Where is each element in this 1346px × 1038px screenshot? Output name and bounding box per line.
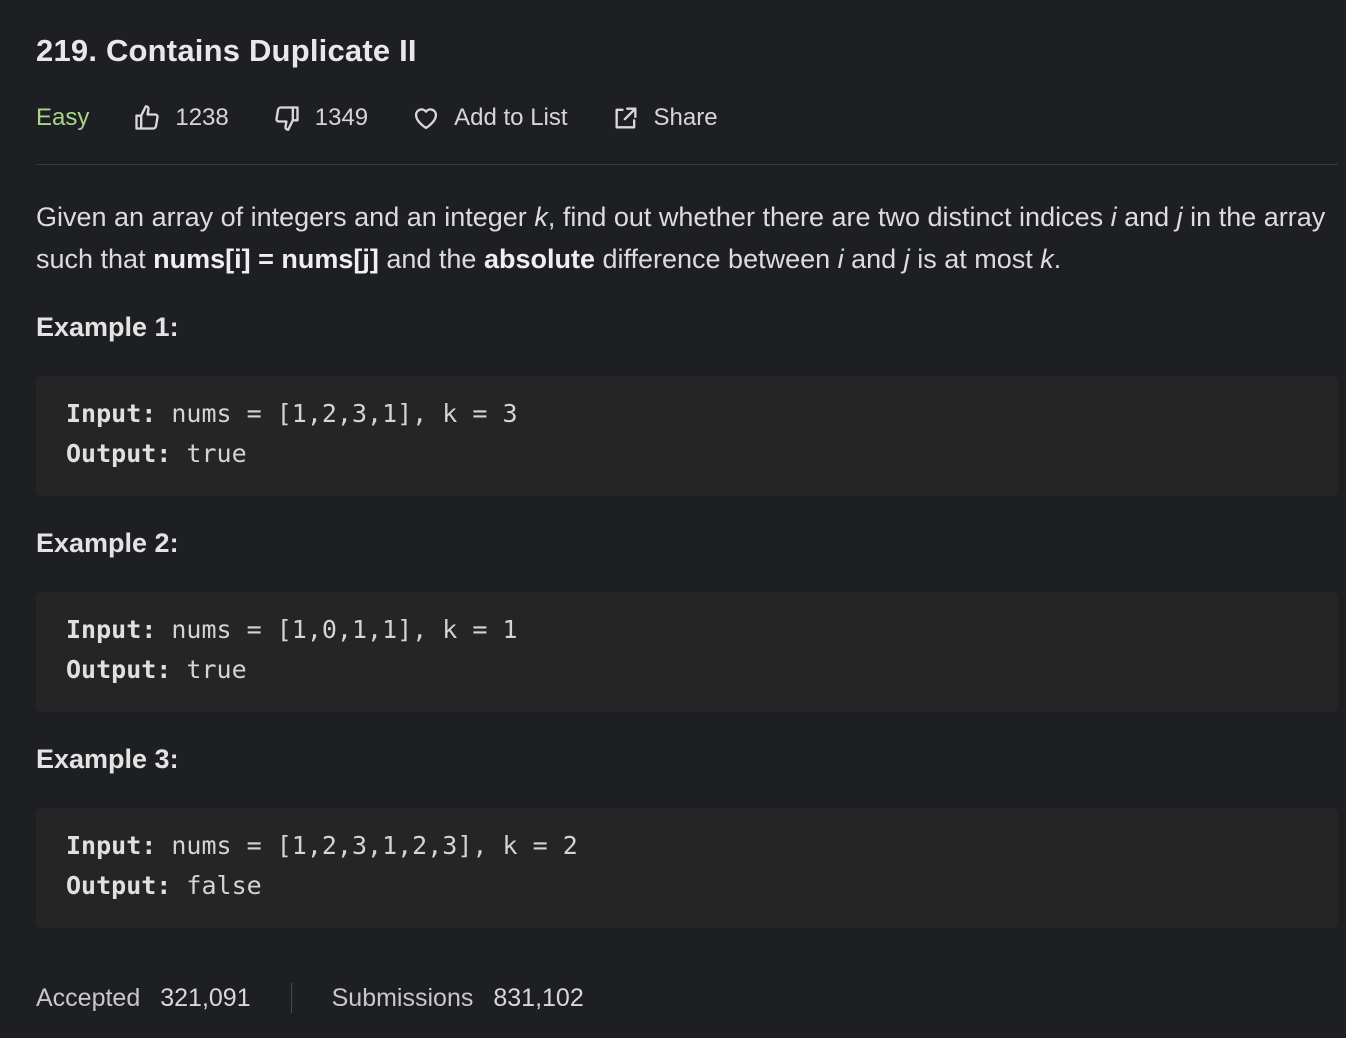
input-value: nums = [1,2,3,1,2,3], k = 2	[156, 831, 578, 860]
output-value: true	[171, 655, 247, 684]
description-text: .	[1053, 244, 1062, 274]
like-button[interactable]: 1238	[133, 104, 229, 132]
output-label: Output:	[66, 439, 172, 468]
var-k: k	[534, 202, 548, 232]
like-count: 1238	[175, 104, 229, 131]
example-title: Example 2:	[36, 528, 179, 558]
example-code-block: Input: nums = [1,2,3,1,2,3], k = 2 Outpu…	[36, 808, 1338, 928]
dislike-button[interactable]: 1349	[273, 104, 368, 132]
example-output-line: Output: true	[66, 650, 1308, 690]
description-text: and the	[378, 244, 484, 274]
example-output-line: Output: false	[66, 866, 1308, 906]
accepted-count: 321,091	[160, 983, 251, 1012]
description-text: is at most	[909, 244, 1041, 274]
description-text: Given an array of integers and an intege…	[36, 202, 535, 232]
var-k: k	[1040, 244, 1054, 274]
description-text: difference between	[594, 244, 838, 274]
description-text: and	[843, 244, 904, 274]
problem-title: 219. Contains Duplicate II	[36, 33, 417, 68]
header-divider	[36, 164, 1338, 165]
example-title: Example 3:	[36, 744, 179, 774]
example-title: Example 1:	[36, 312, 179, 342]
bold-absolute: absolute	[483, 244, 595, 274]
output-label: Output:	[66, 871, 172, 900]
thumbs-up-icon	[135, 105, 160, 130]
problem-meta-bar: Easy 1238 1349 Add to List Share	[36, 100, 762, 136]
example-input-line: Input: nums = [1,0,1,1], k = 1	[66, 610, 1308, 650]
output-value: true	[171, 439, 247, 468]
description-text: , find out whether there are two distinc…	[547, 202, 1111, 232]
dislike-count: 1349	[314, 104, 369, 131]
accepted-label: Accepted	[36, 983, 141, 1012]
input-label: Input:	[66, 615, 157, 644]
submissions-label: Submissions	[331, 983, 474, 1012]
input-label: Input:	[66, 831, 157, 860]
submissions-count: 831,102	[493, 983, 584, 1012]
submission-stats: Accepted 321,091 Submissions 831,102	[36, 978, 584, 1018]
problem-description: Given an array of integers and an intege…	[36, 196, 1326, 280]
share-label: Share	[653, 104, 718, 131]
share-button[interactable]: Share	[612, 104, 718, 132]
add-to-list-label: Add to List	[454, 104, 568, 131]
add-to-list-button[interactable]: Add to List	[412, 104, 568, 132]
example-input-line: Input: nums = [1,2,3,1], k = 3	[66, 394, 1308, 434]
example-output-line: Output: true	[66, 434, 1308, 474]
stats-divider	[290, 983, 292, 1013]
example-code-block: Input: nums = [1,2,3,1], k = 3 Output: t…	[36, 376, 1338, 496]
thumbs-down-icon	[275, 106, 299, 131]
output-label: Output:	[66, 655, 172, 684]
output-value: false	[171, 871, 262, 900]
difficulty-badge: Easy	[36, 104, 90, 131]
input-label: Input:	[66, 399, 157, 428]
heart-icon	[415, 108, 438, 130]
bold-condition: nums[i] = nums[j]	[153, 244, 379, 274]
share-icon	[615, 107, 637, 129]
input-value: nums = [1,0,1,1], k = 1	[156, 615, 518, 644]
example-input-line: Input: nums = [1,2,3,1,2,3], k = 2	[66, 826, 1308, 866]
description-text: and	[1116, 202, 1177, 232]
input-value: nums = [1,2,3,1], k = 3	[156, 399, 518, 428]
example-code-block: Input: nums = [1,0,1,1], k = 1 Output: t…	[36, 592, 1338, 712]
